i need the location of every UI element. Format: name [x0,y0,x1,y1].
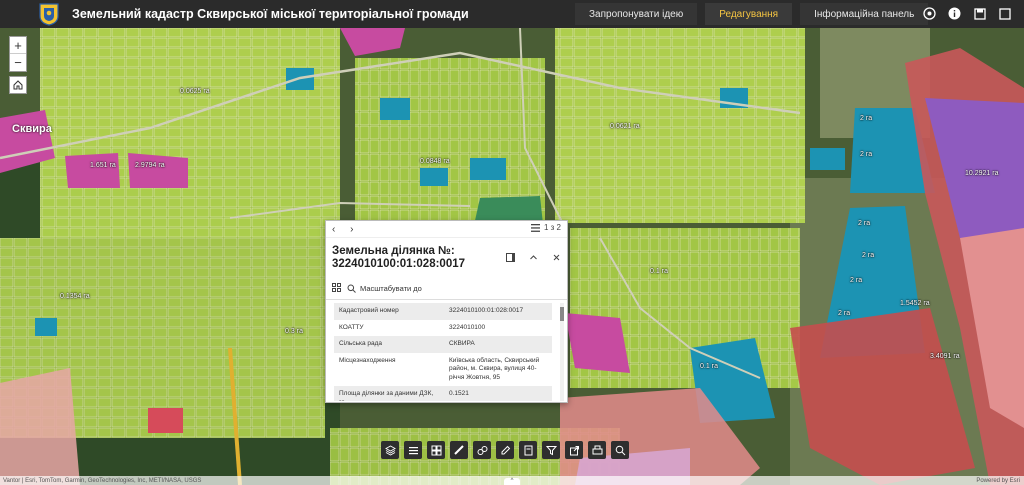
powered-by-esri[interactable]: Powered by Esri [976,478,1020,484]
save-icon[interactable] [972,6,987,21]
layers-tool[interactable] [381,441,399,459]
zoom-to-button[interactable]: Масштабувати до [347,284,422,293]
feature-counter: 1 з 2 [543,223,561,232]
attribute-value: СКВИРА [444,336,552,353]
parcel-label: 2 га [860,115,873,122]
measure-tool[interactable] [450,441,468,459]
parcel-label: 10.2921 га [965,170,999,177]
parcel-label: 0.1 га [700,363,718,370]
attribute-row: Площа ділянки за даними ДЗК, га0.1521 [334,386,552,401]
parcel-label: 1.651 га [90,162,116,169]
attribute-table-container[interactable]: Кадастровий номер 3224010100:01:028:0017 К… [334,303,558,401]
parcel-popup: ‹ › 1 з 2 Земельна ділянка №: 3224010100… [325,220,568,403]
export-tool[interactable] [565,441,583,459]
popup-scrollbar[interactable] [560,303,564,401]
ruler-icon [453,444,464,455]
city-label: Сквира [12,123,52,135]
attribute-key: Площа ділянки за даними ДЗК, га [334,386,444,401]
search-tool[interactable] [611,441,629,459]
popup-divider [326,299,567,300]
zoom-control: + − [9,36,27,72]
app-header: Земельний кадастр Сквирської міської тер… [0,0,1024,28]
parcel-label: 0.0625 га [180,88,210,95]
attribution-text: Vantor | Esri, TomTom, Garmin, GeoTechno… [3,477,202,484]
list-icon[interactable] [530,223,540,232]
print-icon [592,445,602,454]
edit-tool[interactable] [496,441,514,459]
parcel-label: 3.4091 га [930,353,960,360]
attribute-value: 3224010100 [449,323,486,331]
attribute-value: Київська область, Сквирський район, м. С… [449,356,540,381]
attribute-value: 0.1521 [444,386,552,401]
attribute-row: Кадастровий номер 3224010100:01:028:0017 [334,303,552,320]
nav-dashboard[interactable]: Інформаційна панель [800,3,929,25]
layers-icon [384,444,396,456]
parcel-label: 2 га [850,277,863,284]
fullscreen-icon[interactable] [997,6,1012,21]
attribute-key: Місцезнаходження [339,356,396,364]
grid-icon [431,445,441,455]
expand-options-icon[interactable] [332,282,341,294]
map-toolbar [381,441,629,459]
popup-title: Земельна ділянка №: 3224010100:01:028:00… [332,245,466,270]
dock-icon[interactable] [506,253,515,265]
app-title: Земельний кадастр Сквирської міської тер… [72,7,469,21]
info-icon[interactable] [947,6,962,21]
attribute-key: Сільська рада [334,336,444,353]
zoom-to-icon [347,284,356,293]
basemap-tool[interactable] [427,441,445,459]
parcel-label: 1.5452 га [900,300,930,307]
parcel-label: 0.0621 га [610,123,640,130]
parcel-label: 2 га [860,151,873,158]
attribute-key: КОАТТУ [339,323,364,331]
list-icon [408,446,418,454]
edit-icon [501,445,510,454]
notes-tool[interactable] [519,441,537,459]
parcel-label: 0.1 га [650,268,668,275]
eye-icon[interactable] [922,6,937,21]
parcel-label: 2.9794 га [135,162,165,169]
document-icon [524,445,532,455]
parcel-label: 2 га [858,220,871,227]
link-tool[interactable] [473,441,491,459]
filter-icon [545,445,557,455]
popup-pagination: ‹ › 1 з 2 [326,221,567,238]
zoom-out-button[interactable]: − [10,54,26,71]
search-icon [615,445,625,455]
attribute-key: Кадастровий номер [334,303,444,320]
parcel-label: 0.3 га [285,328,303,335]
city-emblem-logo [39,3,59,26]
prev-feature-button[interactable]: ‹ [332,224,335,235]
print-tool[interactable] [588,441,606,459]
home-button[interactable] [9,76,27,94]
attribute-value: 3224010100:01:028:0017 [444,303,552,320]
zoom-in-button[interactable]: + [10,37,26,54]
parcel-label: 0.1354 га [60,293,90,300]
close-icon[interactable] [552,253,561,265]
zoom-to-label: Масштабувати до [360,283,422,293]
parcel-label: 2 га [862,252,875,259]
attribute-row: Сільська рада СКВИРА [334,336,552,353]
attribute-row: Місцезнаходження Київська область, Сквирс… [334,353,552,387]
next-feature-button[interactable]: › [350,224,353,235]
link-icon [477,445,487,455]
legend-tool[interactable] [404,441,422,459]
nav-editing[interactable]: Редагування [705,3,793,25]
expand-panel-handle[interactable]: ^ [504,478,520,485]
parcel-label: 2 га [838,310,851,317]
collapse-icon[interactable] [529,253,538,265]
attribute-row: КОАТТУ 3224010100 [334,320,552,337]
nav-propose-idea[interactable]: Запропонувати ідею [575,3,698,25]
home-icon [13,80,23,90]
attribute-table: Кадастровий номер 3224010100:01:028:0017 К… [334,303,552,401]
parcel-label: 0.0848 га [420,158,450,165]
filter-tool[interactable] [542,441,560,459]
export-icon [569,445,579,455]
